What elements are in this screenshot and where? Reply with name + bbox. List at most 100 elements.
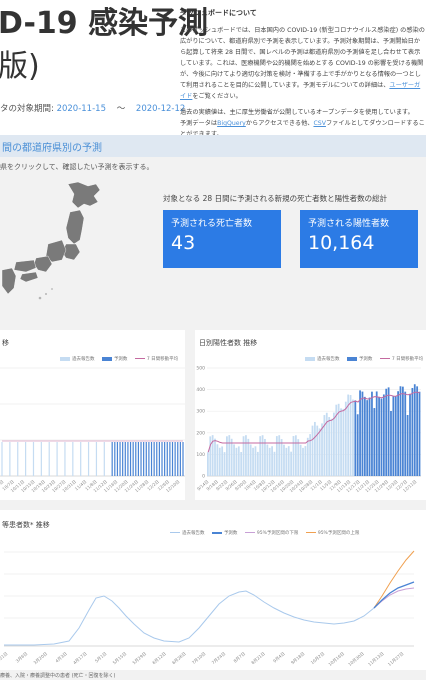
bar (278, 435, 281, 476)
bar (306, 437, 309, 476)
bar (375, 391, 378, 476)
bar (32, 442, 35, 476)
legend-pred: 予測数 (346, 356, 372, 362)
legend-low: 95%予測区間の下限 (244, 530, 298, 536)
bar (290, 451, 292, 476)
map-kyushu[interactable] (1, 267, 17, 295)
map-okinawa[interactable] (38, 296, 42, 300)
bar (1, 442, 3, 476)
date-tick-label: 3月6日 (15, 651, 29, 664)
about-source: 過去の実績値は、主に厚生労働省が公開しているオープンデータを使用しています。 (180, 109, 414, 116)
date-tick-label: 5月29日 (131, 651, 147, 666)
bar (340, 408, 342, 476)
y-tick-label: 100 (196, 452, 205, 458)
bar (164, 442, 166, 476)
bar (124, 442, 126, 476)
bar (235, 447, 238, 476)
bar (314, 421, 316, 476)
bar (382, 394, 385, 476)
bar (271, 446, 273, 476)
about-text: このダッシュボードでは、日本国内の COVID-19 (新型コロナウイルス感染症… (180, 27, 425, 89)
bottom-chart-title: 等患者数* 推移 (2, 521, 50, 529)
bar (283, 444, 285, 476)
bar (25, 442, 27, 476)
bar (399, 386, 402, 476)
about-description: このダッシュボードでは、日本国内の COVID-19 (新型コロナウイルス感染症… (180, 25, 426, 102)
bar (371, 391, 373, 476)
bar (273, 451, 276, 476)
section-header: 間の都道府県別の予測 (0, 135, 426, 157)
bar (64, 442, 66, 476)
bar (223, 452, 226, 476)
bar (177, 442, 179, 476)
bar (226, 436, 228, 476)
bar (397, 391, 399, 476)
bar (409, 393, 411, 476)
period-end: 2020-12-12 (135, 104, 186, 114)
bar (259, 436, 262, 476)
date-tick-label: 7月10日 (191, 651, 207, 666)
bar (174, 442, 176, 476)
date-tick-label: 3月20日 (32, 651, 48, 666)
bar (247, 438, 250, 476)
bar (311, 425, 314, 476)
bar (145, 442, 147, 476)
legend-pred: 予測数 (211, 530, 237, 536)
bar (171, 442, 174, 476)
bar (182, 442, 184, 476)
map-kinki[interactable] (33, 255, 53, 273)
about-text-end: をご覧ください。 (192, 93, 242, 100)
date-tick-label: 10月16日 (327, 651, 345, 668)
bar (135, 442, 137, 476)
bar (233, 444, 235, 476)
map-instruction: 県をクリックして、確認したい予測を表示する。 (0, 163, 154, 171)
date-tick-label: 11月13日 (367, 651, 385, 668)
map-shikoku[interactable] (19, 271, 39, 283)
legend-high: 95%予測区間の上限 (305, 530, 359, 536)
bar (292, 436, 295, 476)
period-start: 2020-11-15 (56, 104, 106, 114)
japan-map[interactable] (0, 178, 150, 308)
bar (150, 442, 153, 476)
upper-bound-line (373, 550, 415, 609)
map-chugoku[interactable] (13, 259, 37, 273)
y-tick-label: 200 (196, 430, 205, 436)
bar (361, 391, 364, 476)
bar (72, 442, 74, 476)
date-tick-label: 6月26日 (171, 651, 187, 666)
bar (254, 446, 257, 476)
bar (264, 438, 266, 476)
bar (275, 436, 278, 476)
bar (166, 442, 168, 476)
date-tick-label: 10月2日 (310, 651, 326, 666)
positives-label: 予測される陽性者数 (308, 219, 390, 229)
map-tohoku[interactable] (65, 209, 85, 245)
bar (321, 423, 323, 476)
bar (363, 396, 366, 476)
bar (230, 438, 233, 476)
bar (143, 442, 145, 476)
bar (228, 435, 231, 476)
bar (394, 396, 397, 476)
prediction-line (373, 581, 415, 609)
page-subtitle: 版) (0, 49, 40, 84)
left-chart-title: 移 (2, 339, 9, 347)
map-hokkaido[interactable] (67, 181, 101, 209)
bar (387, 387, 390, 476)
bar (268, 447, 271, 476)
target-period: タの対象期間: 2020-11-15 〜 2020-12-12 (0, 102, 185, 114)
bar (116, 442, 119, 476)
bar (302, 447, 304, 476)
page-title: D-19 感染予測 (0, 6, 209, 41)
deaths-label: 予測される死亡者数 (171, 219, 253, 229)
section-title: 間の都道府県別の予測 (2, 143, 102, 154)
bar (287, 446, 290, 476)
about-panel: ダッシュボードについて このダッシュボードでは、日本国内の COVID-19 (… (180, 8, 426, 140)
bigquery-link[interactable]: BigQuery (217, 120, 246, 127)
csv-link[interactable]: CSV (313, 120, 325, 127)
bar (418, 391, 421, 476)
bar (221, 446, 224, 476)
bar (378, 396, 380, 476)
right-chart-panel: 日別陽性者数 推移 過去報告数 予測数 7 日間移動平均 500 400 300 20… (195, 330, 426, 500)
bar (122, 442, 124, 476)
